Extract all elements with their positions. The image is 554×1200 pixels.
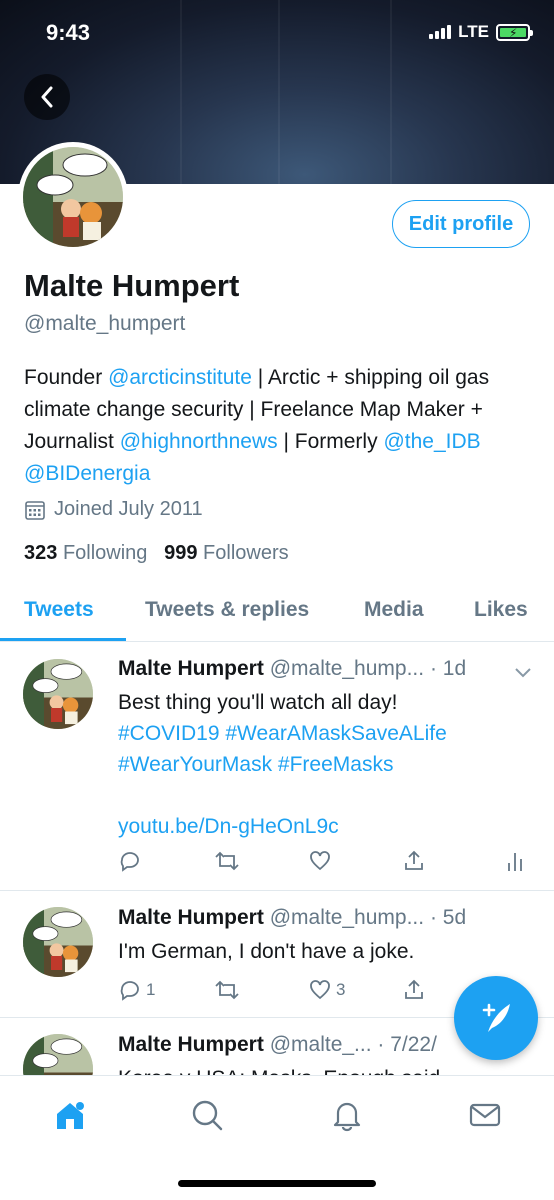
following-link[interactable]: 323 Following bbox=[24, 542, 147, 564]
retweet-button[interactable] bbox=[214, 849, 240, 873]
avatar[interactable] bbox=[23, 1034, 93, 1075]
tweet-text: Korea v USA: Masks. Enough said bbox=[118, 1063, 538, 1075]
search-icon bbox=[192, 1100, 223, 1131]
profile-bio: Founder @arcticinstitute | Arctic + ship… bbox=[24, 362, 534, 490]
tweet-text: I'm German, I don't have a joke. bbox=[118, 936, 538, 967]
analytics-icon bbox=[508, 853, 522, 871]
signal-icon bbox=[429, 25, 452, 39]
profile-tabs: Tweets Tweets & replies Media Likes bbox=[0, 580, 554, 642]
nav-notifications[interactable] bbox=[330, 1098, 364, 1137]
reply-button[interactable] bbox=[118, 849, 142, 873]
bio-mention-the-idb[interactable]: @the_IDB bbox=[383, 430, 480, 453]
bio-text: | Formerly bbox=[277, 430, 384, 453]
calendar-icon bbox=[25, 500, 45, 520]
tweet-time: · 1d bbox=[429, 657, 467, 680]
status-time: 9:43 bbox=[46, 20, 91, 45]
tweet-time: · 5d bbox=[429, 906, 467, 929]
following-label: Following bbox=[62, 542, 148, 564]
tweet-author-name: Malte Humpert bbox=[118, 906, 264, 929]
notifications-icon bbox=[333, 1102, 361, 1132]
share-button[interactable] bbox=[402, 978, 426, 1002]
tweet-text: Best thing you'll watch all day! #COVID1… bbox=[118, 687, 538, 842]
like-button[interactable]: 3 bbox=[308, 978, 345, 1002]
avatar[interactable] bbox=[23, 907, 93, 977]
share-icon bbox=[405, 979, 423, 999]
tweet-author-handle: @malte_hump... bbox=[269, 906, 425, 929]
bio-text: Founder bbox=[24, 366, 109, 389]
retweet-button[interactable] bbox=[214, 978, 240, 1002]
tweet-body: Best thing you'll watch all day! bbox=[118, 691, 398, 714]
tweet-time: · 7/22/ bbox=[377, 1033, 437, 1056]
avatar[interactable] bbox=[23, 659, 93, 729]
profile-avatar[interactable] bbox=[18, 142, 128, 252]
nav-messages[interactable] bbox=[468, 1098, 502, 1137]
reply-button[interactable]: 1 bbox=[118, 978, 155, 1002]
followers-label: Followers bbox=[203, 542, 289, 564]
edit-profile-button[interactable]: Edit profile bbox=[392, 200, 530, 248]
compose-tweet-button[interactable] bbox=[454, 976, 538, 1060]
reply-icon bbox=[120, 981, 139, 1001]
like-button[interactable] bbox=[308, 849, 332, 873]
followers-count: 999 bbox=[164, 542, 198, 564]
home-indicator bbox=[178, 1180, 376, 1187]
tweet-author-name: Malte Humpert bbox=[118, 657, 264, 680]
tweet-hashtags[interactable]: #COVID19 #WearAMaskSaveALife #WearYourMa… bbox=[118, 718, 538, 780]
share-icon bbox=[405, 850, 423, 870]
messages-icon bbox=[469, 1103, 501, 1127]
tweet-link[interactable]: youtu.be/Dn-gHeOnL9c bbox=[118, 811, 538, 842]
heart-icon bbox=[310, 851, 330, 871]
tweet-body: I'm German, I don't have a joke. bbox=[118, 940, 415, 963]
active-tab-indicator bbox=[0, 638, 126, 641]
heart-icon bbox=[310, 980, 330, 1000]
joined-label: Joined July 2011 bbox=[54, 498, 203, 520]
tweet-header: Malte Humpert @malte_... · 7/22/ bbox=[118, 1033, 437, 1057]
feather-plus-icon bbox=[482, 1003, 510, 1032]
joined-date: Joined July 2011 bbox=[24, 498, 203, 521]
reply-icon bbox=[120, 852, 139, 872]
tab-likes[interactable]: Likes bbox=[474, 598, 528, 622]
bio-mention-arcticinstitute[interactable]: @arcticinstitute bbox=[108, 366, 252, 389]
status-indicators: LTE ⚡ bbox=[429, 22, 533, 42]
share-button[interactable] bbox=[402, 849, 426, 873]
profile-handle: @malte_humpert bbox=[24, 312, 186, 335]
retweet-icon bbox=[215, 980, 239, 1000]
reply-count: 1 bbox=[146, 980, 156, 999]
tweet-actions bbox=[118, 849, 538, 879]
chevron-down-icon[interactable] bbox=[514, 667, 532, 679]
battery-icon: ⚡ bbox=[496, 23, 533, 41]
tweet-body: Korea v USA: Masks. Enough said bbox=[118, 1067, 440, 1075]
bio-mention-highnorthnews[interactable]: @highnorthnews bbox=[120, 430, 278, 453]
chevron-left-icon bbox=[41, 86, 53, 108]
tweet-item[interactable]: Malte Humpert @malte_hump... · 1d Best t… bbox=[0, 643, 554, 891]
follow-stats: 323 Following 999 Followers bbox=[24, 542, 289, 565]
analytics-button[interactable] bbox=[506, 849, 526, 873]
nav-home[interactable] bbox=[52, 1098, 88, 1139]
avatar-image bbox=[23, 147, 123, 247]
tweet-header: Malte Humpert @malte_hump... · 1d bbox=[118, 657, 466, 681]
home-icon bbox=[57, 1102, 84, 1129]
tab-tweets-replies[interactable]: Tweets & replies bbox=[145, 598, 309, 622]
network-label: LTE bbox=[458, 22, 489, 41]
tweet-author-handle: @malte_... bbox=[269, 1033, 372, 1056]
followers-link[interactable]: 999 Followers bbox=[164, 542, 289, 564]
like-count: 3 bbox=[336, 980, 346, 999]
tab-media[interactable]: Media bbox=[364, 598, 424, 622]
tweet-author-handle: @malte_hump... bbox=[269, 657, 425, 680]
tweet-author-name: Malte Humpert bbox=[118, 1033, 264, 1056]
tweet-header: Malte Humpert @malte_hump... · 5d bbox=[118, 906, 466, 930]
nav-search[interactable] bbox=[190, 1098, 224, 1137]
profile-name: Malte Humpert bbox=[24, 268, 240, 303]
back-button[interactable] bbox=[24, 74, 70, 120]
tab-tweets[interactable]: Tweets bbox=[24, 598, 94, 622]
bio-mention-bidenergia[interactable]: @BIDenergia bbox=[24, 462, 150, 485]
retweet-icon bbox=[215, 851, 239, 871]
following-count: 323 bbox=[24, 542, 58, 564]
